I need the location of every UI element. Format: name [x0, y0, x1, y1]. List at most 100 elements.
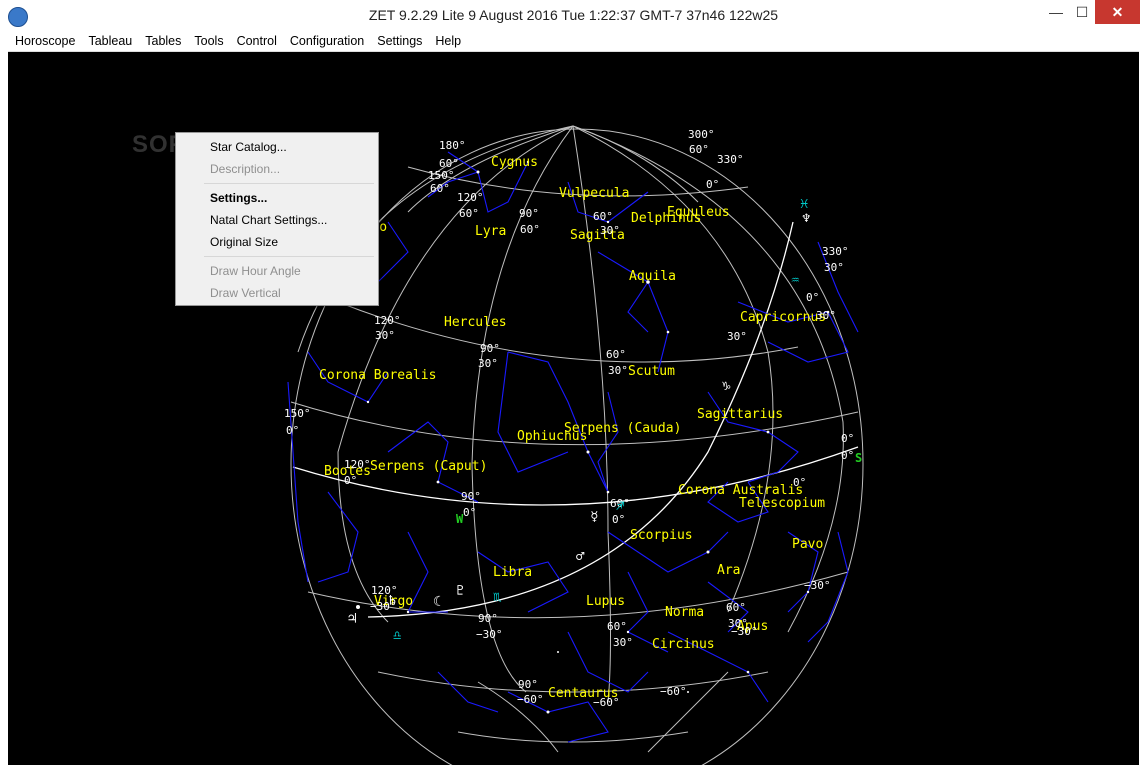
- star: [406, 610, 410, 614]
- star: [706, 550, 710, 554]
- grid-label: 60°: [726, 601, 746, 614]
- context-menu: Star Catalog... Description... Settings.…: [175, 132, 379, 306]
- jupiter-symbol: ♃: [348, 611, 356, 627]
- constellation-label: Scutum: [628, 364, 675, 379]
- constellation-label: Lyra: [475, 224, 506, 239]
- menu-item-draw-hour-angle[interactable]: Draw Hour Angle: [210, 264, 301, 278]
- star: [666, 330, 670, 334]
- constellation-label: Norma: [665, 605, 704, 620]
- menu-horoscope[interactable]: Horoscope: [8, 31, 81, 51]
- menu-item-settings[interactable]: Settings...: [210, 191, 267, 205]
- grid-label: 120°: [374, 314, 401, 327]
- menu-tables[interactable]: Tables: [138, 31, 187, 51]
- grid-label: 150°: [428, 169, 455, 182]
- constellation-figure: [627, 281, 649, 333]
- grid-label: 0°: [793, 476, 806, 489]
- capricorn-symbol: ♑: [722, 378, 731, 394]
- constellation-figure: [567, 631, 649, 693]
- constellation-label: Vulpecula: [559, 186, 629, 201]
- menu-item-draw-vertical[interactable]: Draw Vertical: [210, 286, 281, 300]
- star: [766, 430, 770, 434]
- grid-label: 30°: [608, 364, 628, 377]
- mars-symbol: ♂: [576, 549, 585, 565]
- menu-item-star-catalog[interactable]: Star Catalog...: [210, 140, 287, 154]
- star: [366, 400, 370, 404]
- grid-label: 30°: [613, 636, 633, 649]
- grid-label: 0°: [612, 513, 625, 526]
- constellation-label: Equuleus: [667, 205, 730, 220]
- grid-label: 30°: [824, 261, 844, 274]
- grid-label: 0°: [286, 424, 299, 437]
- moon-symbol: ☾: [433, 594, 441, 610]
- grid-label: 0°: [463, 506, 476, 519]
- grid-label: −60°: [517, 693, 544, 706]
- constellation-label: Hercules: [444, 315, 507, 330]
- neptune-symbol: ♆: [802, 211, 810, 227]
- grid-label: 330°: [822, 245, 849, 258]
- menu-item-description[interactable]: Description...: [210, 162, 280, 176]
- grid-label: −30°: [476, 628, 503, 641]
- menu-item-original-size[interactable]: Original Size: [210, 235, 278, 249]
- menu-configuration[interactable]: Configuration: [283, 31, 370, 51]
- title-bar: ZET 9.2.29 Lite 9 August 2016 Tue 1:22:3…: [0, 0, 1147, 31]
- window-frame-left: [0, 31, 8, 773]
- grid-label: 0°: [841, 449, 854, 462]
- meridian-line: [647, 671, 729, 753]
- constellation-label: Scorpius: [630, 528, 693, 543]
- grid-label: 60°: [430, 182, 450, 195]
- grid-label: 60°: [689, 143, 709, 156]
- menu-settings[interactable]: Settings: [370, 31, 428, 51]
- libra-symbol: ♎: [393, 628, 401, 644]
- pisces-symbol: ♓: [800, 196, 808, 212]
- grid-label: 60°: [593, 210, 613, 223]
- grid-label: 30°: [816, 309, 836, 322]
- sagittarius-symbol: ♐: [616, 498, 624, 514]
- constellation-label: Serpens (Caput): [370, 459, 487, 474]
- close-button[interactable]: ✕: [1095, 0, 1140, 24]
- menu-tableau[interactable]: Tableau: [81, 31, 138, 51]
- west-marker: W: [456, 512, 464, 526]
- constellation-label: Cygnus: [491, 155, 538, 170]
- constellation-label: Circinus: [652, 637, 715, 652]
- grid-label: 180°: [439, 139, 466, 152]
- grid-label: 90°: [461, 490, 481, 503]
- menu-separator: [204, 256, 374, 257]
- grid-label: 0°: [344, 474, 357, 487]
- grid-label: 150°: [284, 407, 311, 420]
- grid-label: 60°: [520, 223, 540, 236]
- grid-label: 30°: [375, 329, 395, 342]
- menu-tools[interactable]: Tools: [187, 31, 229, 51]
- scorpio-symbol: ♏: [493, 589, 502, 605]
- star: [557, 651, 559, 653]
- constellation-label: Ara: [717, 563, 740, 578]
- grid-label: 330°: [717, 153, 744, 166]
- grid-label: 120°: [457, 191, 484, 204]
- minimize-button[interactable]: —: [1043, 0, 1069, 24]
- star: [476, 170, 480, 174]
- constellation-figure: [437, 671, 499, 713]
- grid-label: 30°: [727, 330, 747, 343]
- saturn-symbol: ♄: [388, 593, 396, 609]
- constellation-label: Pavo: [792, 537, 823, 552]
- grid-label: 60°: [607, 620, 627, 633]
- aquarius-symbol: ♒: [791, 272, 799, 288]
- star: [546, 710, 550, 714]
- grid-label: 0°: [841, 432, 854, 445]
- constellation-figure: [707, 391, 799, 483]
- constellation-label: Sagittarius: [697, 407, 783, 422]
- menu-control[interactable]: Control: [230, 31, 283, 51]
- menu-item-natal-chart-settings[interactable]: Natal Chart Settings...: [210, 213, 327, 227]
- star: [606, 490, 610, 494]
- south-marker: S: [855, 451, 862, 465]
- grid-label: −60°: [593, 696, 620, 709]
- grid-label: 90°: [480, 342, 500, 355]
- grid-label: −60°: [660, 685, 687, 698]
- window-frame-bottom: [0, 765, 1147, 773]
- maximize-button[interactable]: ☐: [1069, 0, 1095, 24]
- grid-label: 120°: [344, 458, 371, 471]
- grid-label: 90°: [518, 678, 538, 691]
- constellation-label: Libra: [493, 565, 532, 580]
- menu-help[interactable]: Help: [428, 31, 467, 51]
- star: [436, 480, 440, 484]
- grid-label: 30°: [478, 357, 498, 370]
